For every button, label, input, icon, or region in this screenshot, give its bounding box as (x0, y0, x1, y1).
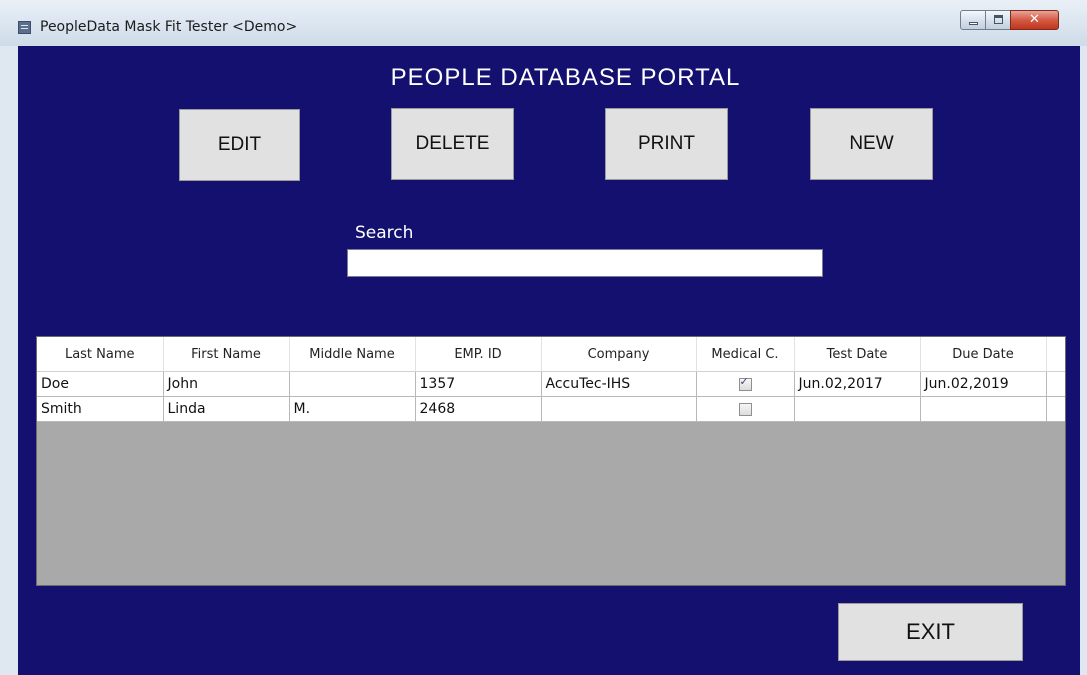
column-header-test-date[interactable]: Test Date (794, 337, 921, 372)
cell-middle-name[interactable] (289, 371, 416, 397)
cell-company[interactable]: AccuTec-IHS (541, 371, 697, 397)
column-header-last-name[interactable]: Last Name (37, 337, 164, 372)
cell-middle-name[interactable]: M. (289, 396, 416, 422)
cell-emp-id[interactable]: 1357 (415, 371, 542, 397)
page-title: PEOPLE DATABASE PORTAL (390, 64, 741, 91)
table-row[interactable]: Smith Linda M. 2468 (37, 396, 1065, 422)
medical-checkbox[interactable] (738, 402, 752, 416)
cell-test-date[interactable]: Jun.02,2017 (794, 371, 921, 397)
cell-filler (1046, 371, 1065, 397)
column-header-emp-id[interactable]: EMP. ID (415, 337, 542, 372)
column-header-company[interactable]: Company (541, 337, 697, 372)
cell-company[interactable] (541, 396, 697, 422)
cell-medical[interactable] (696, 396, 795, 422)
cell-emp-id[interactable]: 2468 (415, 396, 542, 422)
column-header-filler (1046, 337, 1065, 372)
cell-due-date[interactable]: Jun.02,2019 (920, 371, 1047, 397)
new-button[interactable]: NEW (810, 108, 933, 180)
minimize-button[interactable] (960, 10, 986, 30)
title-bar[interactable]: PeopleData Mask Fit Tester <Demo> (0, 0, 1087, 46)
app-window: PeopleData Mask Fit Tester <Demo> PEOPLE… (0, 0, 1087, 675)
medical-checkbox[interactable] (738, 375, 752, 391)
cell-filler (1046, 396, 1065, 422)
close-button[interactable] (1010, 10, 1059, 30)
cell-first-name[interactable]: Linda (163, 396, 290, 422)
cell-last-name[interactable]: Smith (37, 396, 164, 422)
print-button[interactable]: PRINT (605, 108, 728, 180)
main-panel: PEOPLE DATABASE PORTAL EDIT DELETE PRINT… (18, 46, 1080, 675)
search-label: Search (355, 223, 414, 243)
app-icon (18, 21, 31, 34)
table-row[interactable]: Doe John 1357 AccuTec-IHS Jun.02,2017 Ju… (37, 371, 1065, 397)
column-header-middle-name[interactable]: Middle Name (289, 337, 416, 372)
column-header-first-name[interactable]: First Name (163, 337, 290, 372)
cell-test-date[interactable] (794, 396, 921, 422)
edit-button-label: EDIT (217, 134, 262, 155)
column-header-due-date[interactable]: Due Date (920, 337, 1047, 372)
delete-button[interactable]: DELETE (391, 108, 514, 180)
column-header-medical[interactable]: Medical C. (696, 337, 795, 372)
table-header-row: Last Name First Name Middle Name EMP. ID… (37, 337, 1065, 372)
window-title: PeopleData Mask Fit Tester <Demo> (40, 19, 298, 35)
new-button-label: NEW (849, 133, 894, 154)
cell-due-date[interactable] (920, 396, 1047, 422)
exit-button-label: EXIT (906, 619, 955, 644)
cell-medical[interactable] (696, 371, 795, 397)
print-button-label: PRINT (638, 133, 695, 154)
exit-button[interactable]: EXIT (838, 603, 1023, 661)
delete-button-label: DELETE (415, 133, 490, 154)
edit-button[interactable]: EDIT (179, 109, 300, 181)
cell-first-name[interactable]: John (163, 371, 290, 397)
people-table[interactable]: Last Name First Name Middle Name EMP. ID… (36, 336, 1066, 586)
search-input[interactable] (347, 249, 823, 277)
cell-last-name[interactable]: Doe (37, 371, 164, 397)
maximize-button[interactable] (985, 10, 1011, 30)
